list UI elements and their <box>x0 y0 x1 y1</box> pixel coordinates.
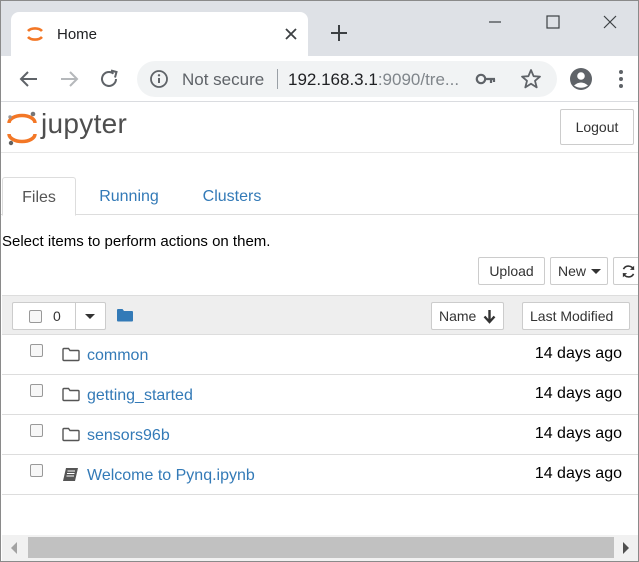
jupyter-wordmark[interactable]: jupyter <box>41 108 127 140</box>
notebook-list-header: 0 Name Last Modified <box>2 295 638 335</box>
url-path: :9090/tre... <box>377 70 460 89</box>
item-checkbox[interactable] <box>30 384 43 397</box>
forward-arrow-icon[interactable] <box>58 68 80 90</box>
url-host: 192.168.3.1 <box>288 70 378 89</box>
item-modified: 14 days ago <box>534 385 622 402</box>
menu-dots-icon[interactable] <box>616 67 626 91</box>
tab-strip: Home <box>1 1 638 56</box>
scroll-left-arrow-icon[interactable] <box>11 542 17 554</box>
item-checkbox[interactable] <box>30 464 43 477</box>
caret-down-icon <box>591 269 601 274</box>
key-icon[interactable] <box>475 70 497 88</box>
bookmark-star-icon[interactable] <box>520 68 542 90</box>
jupyter-logo-icon[interactable] <box>6 110 38 146</box>
item-name[interactable]: sensors96b <box>87 427 170 445</box>
list-item[interactable]: getting_started 14 days ago <box>2 375 638 415</box>
item-name[interactable]: Welcome to Pynq.ipynb <box>87 467 255 485</box>
close-tab-icon[interactable] <box>283 26 299 42</box>
browser-tab-home[interactable]: Home <box>11 12 308 56</box>
upload-button[interactable]: Upload <box>478 257 545 285</box>
notebook-icon <box>63 468 78 481</box>
sort-by-name-button[interactable]: Name <box>431 302 504 330</box>
sort-by-modified-button[interactable]: Last Modified <box>522 302 630 330</box>
selected-count: 0 <box>53 308 61 324</box>
item-checkbox[interactable] <box>30 424 43 437</box>
arrow-down-icon <box>483 310 496 324</box>
folder-icon <box>62 387 80 402</box>
select-divider <box>75 303 76 329</box>
select-all-dropdown[interactable]: 0 <box>12 302 106 330</box>
refresh-button[interactable] <box>613 257 638 285</box>
tab-files[interactable]: Files <box>2 177 76 216</box>
jupyter-tab-bar: Files Running Clusters <box>1 177 638 216</box>
new-dropdown-button[interactable]: New <box>550 257 608 285</box>
info-icon[interactable] <box>149 69 169 89</box>
jupyter-header: jupyter Logout <box>1 102 638 153</box>
url-text[interactable]: 192.168.3.1:9090/tre... <box>288 70 459 90</box>
list-item[interactable]: Welcome to Pynq.ipynb 14 days ago <box>2 455 638 495</box>
scrollbar-thumb[interactable] <box>28 537 614 558</box>
sort-name-label: Name <box>439 308 477 324</box>
item-modified: 14 days ago <box>534 345 622 362</box>
horizontal-scrollbar[interactable] <box>2 535 638 561</box>
reload-icon[interactable] <box>98 68 120 90</box>
selection-hint: Select items to perform actions on them. <box>2 233 271 250</box>
browser-toolbar: Not secure 192.168.3.1:9090/tre... <box>1 56 638 102</box>
item-name[interactable]: getting_started <box>87 387 193 405</box>
item-modified: 14 days ago <box>534 425 622 442</box>
scroll-right-arrow-icon[interactable] <box>623 542 629 554</box>
close-window-icon[interactable] <box>601 13 619 31</box>
minimize-icon[interactable] <box>486 13 504 31</box>
address-bar[interactable]: Not secure 192.168.3.1:9090/tre... <box>137 61 557 97</box>
item-modified: 14 days ago <box>534 465 622 482</box>
list-item[interactable]: common 14 days ago <box>2 335 638 375</box>
select-all-checkbox[interactable] <box>29 310 42 323</box>
folder-solid-icon[interactable] <box>117 308 133 322</box>
folder-icon <box>62 427 80 442</box>
refresh-icon <box>622 265 635 278</box>
new-button-label: New <box>558 263 587 279</box>
back-arrow-icon[interactable] <box>18 68 40 90</box>
caret-down-icon[interactable] <box>85 314 95 319</box>
profile-avatar-icon[interactable] <box>569 67 593 91</box>
tab-running[interactable]: Running <box>91 177 167 215</box>
maximize-icon[interactable] <box>544 13 562 31</box>
tab-clusters[interactable]: Clusters <box>191 177 273 215</box>
list-item[interactable]: sensors96b 14 days ago <box>2 415 638 455</box>
browser-tab-title: Home <box>57 26 98 43</box>
address-divider <box>277 69 278 89</box>
folder-icon <box>62 347 80 362</box>
new-tab-icon[interactable] <box>329 23 349 43</box>
item-name[interactable]: common <box>87 347 148 365</box>
not-secure-label: Not secure <box>182 70 265 89</box>
logout-button[interactable]: Logout <box>560 109 634 145</box>
item-checkbox[interactable] <box>30 344 43 357</box>
browser-window: Home Not secure 192.168.3.1:9090/tre... … <box>0 0 639 562</box>
jupyter-favicon-icon <box>27 27 43 41</box>
